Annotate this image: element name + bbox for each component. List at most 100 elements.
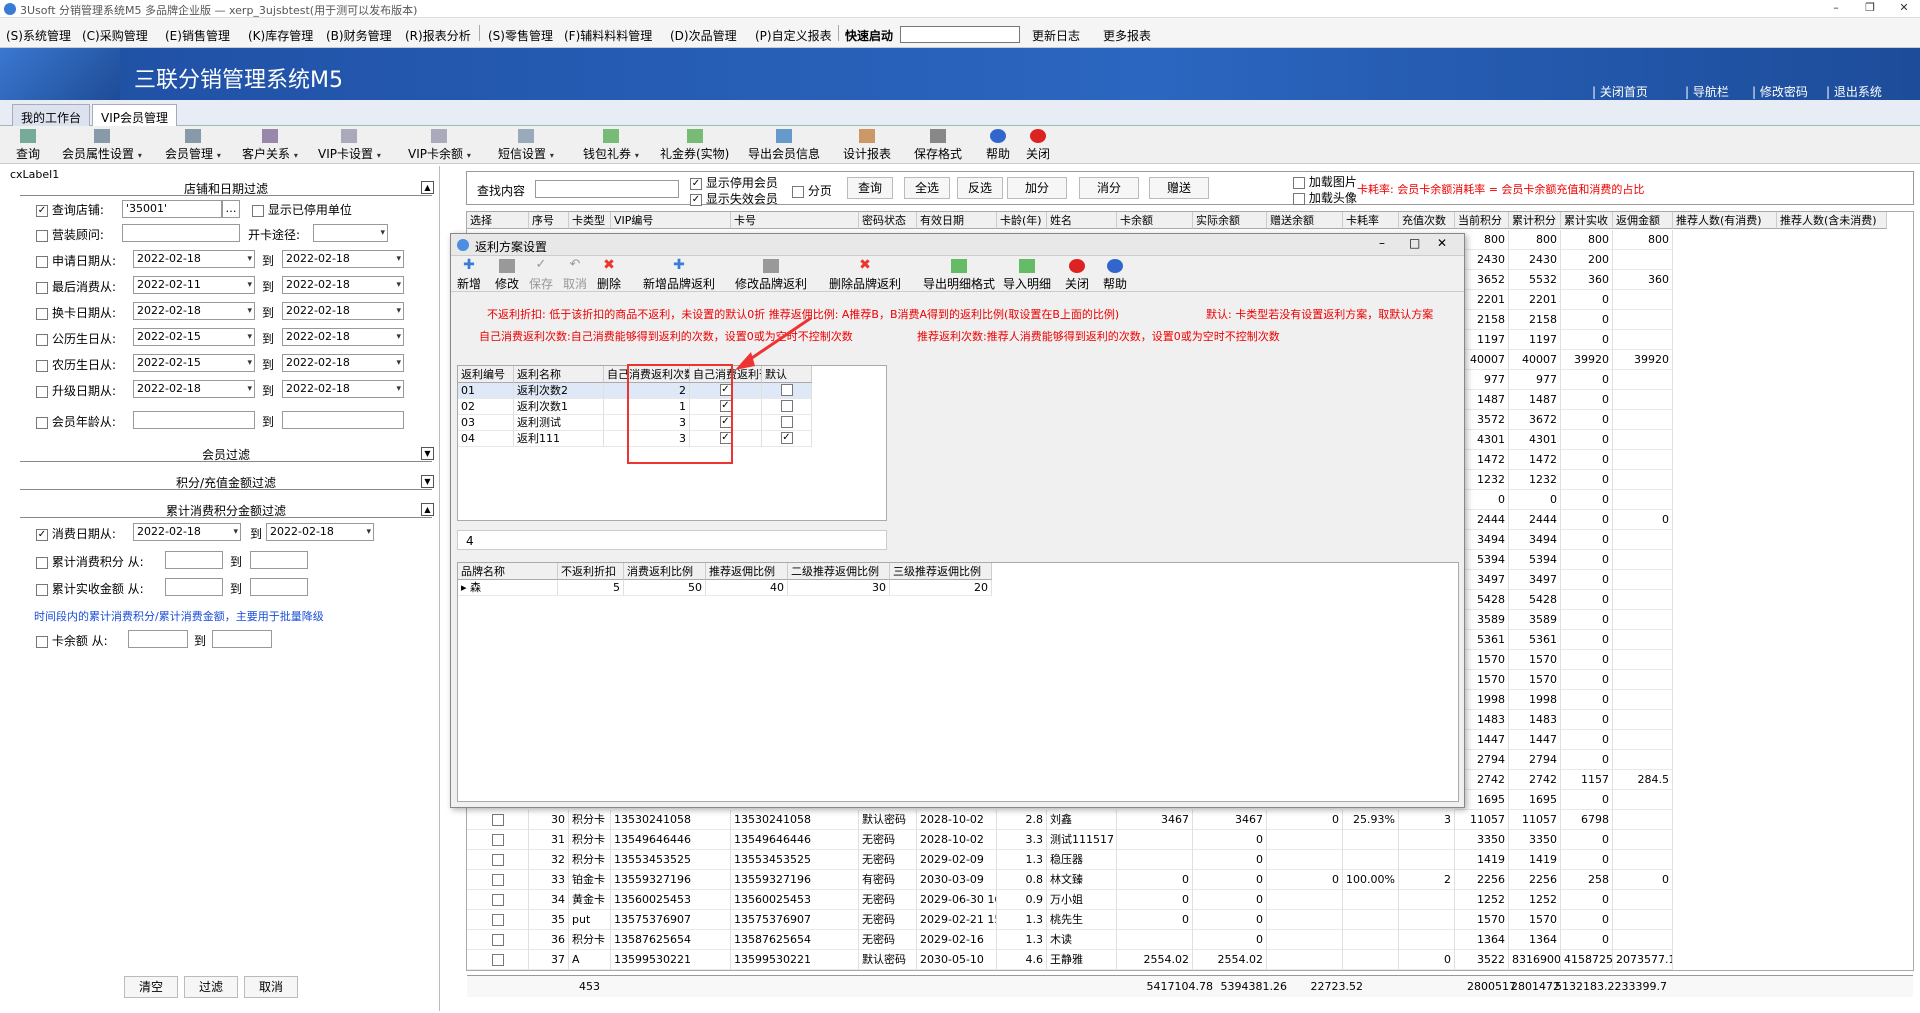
deduct-points-button[interactable]: 消分 — [1079, 177, 1139, 199]
consume-date-from[interactable]: 2022-02-18 — [133, 523, 241, 541]
toolbar-gift-voucher-button[interactable]: 礼金券(实物) — [660, 129, 729, 162]
grid-header-cell[interactable]: 累计积分 — [1509, 212, 1561, 229]
grid-header-cell[interactable]: 赠送余额 — [1267, 212, 1343, 229]
consume-date-checkbox[interactable]: ✓ — [36, 528, 48, 541]
paging-checkbox[interactable] — [792, 185, 804, 198]
date-to-select[interactable]: 2022-02-18 — [282, 250, 404, 268]
menu-inventory[interactable]: (K)库存管理 — [248, 27, 313, 44]
brand-grid-header[interactable]: 三级推荐返佣比例 — [890, 563, 992, 580]
row-checkbox[interactable] — [491, 854, 504, 866]
date-from-select[interactable]: 2022-02-18 — [133, 250, 255, 268]
table-row-select[interactable] — [467, 890, 529, 910]
restore-button[interactable]: ❐ — [1860, 1, 1880, 17]
date-from-select[interactable]: 2022-02-15 — [133, 354, 255, 372]
card-balance-checkbox[interactable] — [36, 635, 48, 648]
brand-grid-header[interactable]: 不返利折扣 — [558, 563, 624, 580]
accum-points-from[interactable] — [165, 551, 223, 569]
dlg-delete-button[interactable]: ✖ 删除 — [597, 258, 621, 292]
grid-header-cell[interactable]: 序号 — [529, 212, 569, 229]
accum-points-to[interactable] — [250, 551, 308, 569]
grid-header-cell[interactable]: 累计实收 — [1561, 212, 1613, 229]
card-channel-select[interactable] — [313, 224, 388, 242]
toolbar-sms-button[interactable]: 短信设置 ▾ — [498, 129, 554, 162]
grid-header-cell[interactable]: VIP编号 — [611, 212, 731, 229]
date-row-checkbox[interactable] — [36, 281, 48, 294]
guide-input[interactable] — [122, 224, 240, 242]
filter-button[interactable]: 过滤 — [184, 976, 238, 998]
date-row-checkbox[interactable] — [36, 385, 48, 398]
rebate-default-cell[interactable] — [762, 415, 812, 431]
toolbar-design-report-button[interactable]: 设计报表 — [843, 129, 891, 162]
rebate-id-cell[interactable]: 01 — [458, 383, 514, 399]
menu-system[interactable]: (S)系统管理 — [6, 27, 71, 44]
store-checkbox[interactable]: ✓ — [36, 204, 48, 217]
brand-grid-cell[interactable]: 40 — [706, 580, 788, 596]
date-to-select[interactable]: 2022-02-18 — [282, 354, 404, 372]
date-to-select[interactable]: 2022-02-18 — [282, 276, 404, 294]
date-to-select[interactable]: 2022-02-18 — [282, 328, 404, 346]
grid-header-cell[interactable]: 推荐人数(含未消费) — [1777, 212, 1887, 229]
dlg-help-button[interactable]: 帮助 — [1103, 259, 1127, 292]
age-checkbox[interactable] — [36, 416, 48, 429]
grid-header-cell[interactable]: 姓名 — [1047, 212, 1117, 229]
grid-header-cell[interactable]: 卡龄(年) — [997, 212, 1047, 229]
date-to-select[interactable]: 2022-02-18 — [282, 302, 404, 320]
brand-grid-header[interactable]: 品牌名称 — [458, 563, 558, 580]
brand-grid-header[interactable]: 消费返利比例 — [624, 563, 706, 580]
rebate-name-cell[interactable]: 返利测试 — [514, 415, 604, 431]
more-reports-link[interactable]: 更多报表 — [1103, 27, 1151, 44]
store-picker-button[interactable]: … — [222, 200, 240, 218]
toolbar-vip-balance-button[interactable]: VIP卡余额 ▾ — [408, 129, 471, 162]
date-row-checkbox[interactable] — [36, 255, 48, 268]
dlg-save-button[interactable]: ✓ 保存 — [529, 258, 553, 292]
brand-grid-cell[interactable]: 50 — [624, 580, 706, 596]
dlg-close-button[interactable]: 关闭 — [1065, 259, 1089, 292]
guide-checkbox[interactable] — [36, 229, 48, 242]
date-row-checkbox[interactable] — [36, 333, 48, 346]
toolbar-member-attr-button[interactable]: 会员属性设置 ▾ — [62, 129, 142, 162]
menu-auxiliary[interactable]: (F)辅料料料管理 — [564, 27, 652, 44]
date-row-checkbox[interactable] — [36, 307, 48, 320]
expand-member-filter-button[interactable]: ▼ — [421, 447, 434, 460]
minimize-button[interactable]: – — [1826, 1, 1846, 17]
row-checkbox[interactable] — [491, 954, 504, 966]
accum-amount-from[interactable] — [165, 578, 223, 596]
grid-header-cell[interactable]: 选择 — [467, 212, 529, 229]
grid-header-cell[interactable]: 卡耗率 — [1343, 212, 1399, 229]
brand-grid-cell[interactable]: 5 — [558, 580, 624, 596]
card-balance-to[interactable] — [212, 630, 272, 648]
row-checkbox[interactable] — [491, 874, 504, 886]
card-balance-from[interactable] — [128, 630, 188, 648]
rebate-default-checkbox[interactable] — [780, 416, 793, 428]
close-home-link[interactable]: | 关闭首页 — [1592, 83, 1648, 100]
accum-amount-checkbox[interactable] — [36, 583, 48, 596]
nav-bar-link[interactable]: | 导航栏 — [1685, 83, 1729, 100]
invert-selection-button[interactable]: 反选 — [957, 177, 1003, 199]
toolbar-customer-rel-button[interactable]: 客户关系 ▾ — [242, 129, 298, 162]
rebate-id-cell[interactable]: 03 — [458, 415, 514, 431]
date-to-select[interactable]: 2022-02-18 — [282, 380, 404, 398]
grid-header-cell[interactable]: 当前积分 — [1455, 212, 1509, 229]
dlg-export-format-button[interactable]: 导出明细格式 — [923, 259, 995, 292]
date-from-select[interactable]: 2022-02-11 — [133, 276, 255, 294]
menu-finance[interactable]: (B)财务管理 — [326, 27, 392, 44]
quickstart-input[interactable] — [900, 26, 1020, 43]
select-all-button[interactable]: 全选 — [904, 177, 950, 199]
grid-header-cell[interactable]: 实际余额 — [1193, 212, 1267, 229]
rebate-name-cell[interactable]: 返利次数2 — [514, 383, 604, 399]
accum-amount-to[interactable] — [250, 578, 308, 596]
row-checkbox[interactable] — [491, 814, 504, 826]
toolbar-query-button[interactable]: 查询 — [16, 129, 40, 162]
rebate-default-cell[interactable] — [762, 399, 812, 415]
dlg-cancel-button[interactable]: ↶ 取消 — [563, 258, 587, 292]
menu-defective[interactable]: (D)次品管理 — [670, 27, 737, 44]
toolbar-export-button[interactable]: 导出会员信息 — [748, 129, 820, 162]
rebate-grid-header[interactable]: 返利名称 — [514, 366, 604, 383]
load-avatar-checkbox[interactable] — [1293, 192, 1305, 205]
menu-sales[interactable]: (E)销售管理 — [165, 27, 230, 44]
table-row-select[interactable] — [467, 870, 529, 890]
tab-workbench[interactable]: 我的工作台 — [12, 104, 91, 126]
table-row-select[interactable] — [467, 830, 529, 850]
show-disabled-units-checkbox[interactable] — [252, 204, 264, 217]
brand-grid-header[interactable]: 推荐返佣比例 — [706, 563, 788, 580]
